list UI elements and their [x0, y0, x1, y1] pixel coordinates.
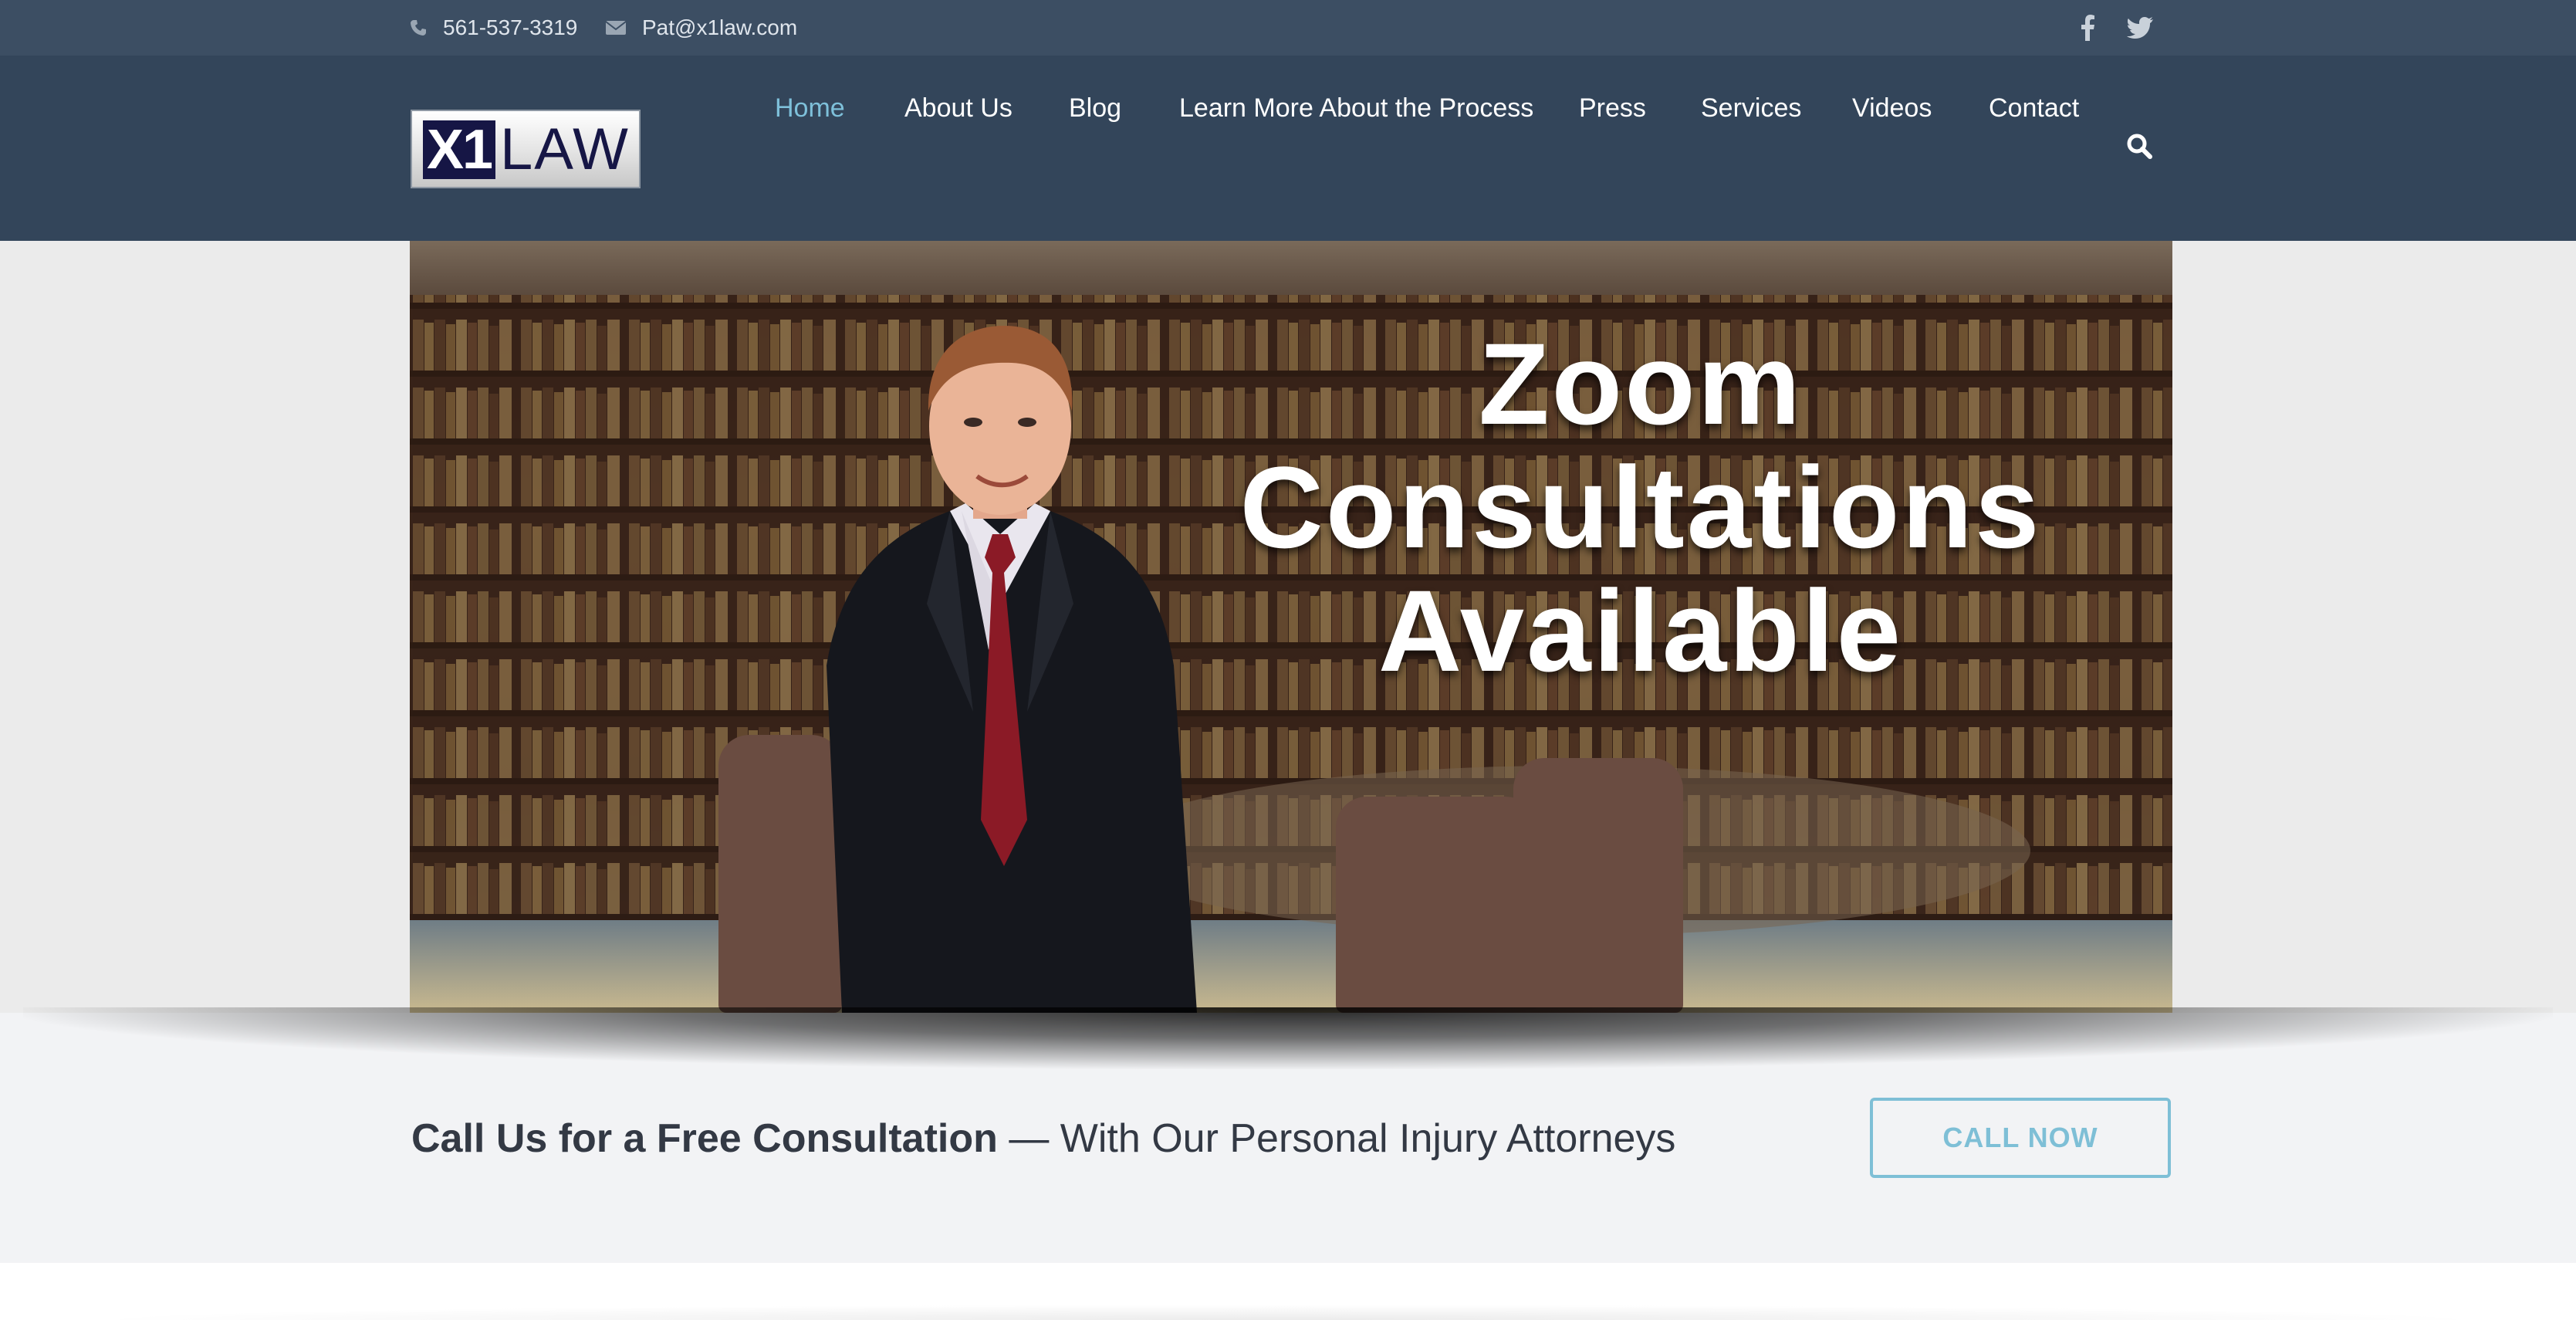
- hero-shadow: [23, 1007, 2553, 1069]
- search-button[interactable]: [2126, 133, 2152, 163]
- main-header: X1 LAW: [0, 56, 2576, 241]
- chair-right: [1513, 758, 1683, 1013]
- nav-home[interactable]: Home: [775, 93, 845, 124]
- call-now-button[interactable]: CALL NOW: [1870, 1098, 2171, 1178]
- headline-line-3: Available: [1378, 566, 1904, 696]
- email-contact[interactable]: Pat@x1law.com: [605, 0, 797, 56]
- envelope-icon: [605, 21, 627, 35]
- hero-banner[interactable]: Zoom Consultations Available: [410, 241, 2172, 1013]
- phone-icon: [411, 20, 426, 36]
- nav-about-us[interactable]: About Us: [904, 93, 1012, 124]
- logo-mark: X1: [423, 120, 495, 179]
- twitter-icon: [2127, 17, 2153, 39]
- facebook-icon: [2081, 15, 2094, 41]
- floor-area: [410, 920, 2172, 1013]
- top-bar: 561-537-3319 Pat@x1law.com: [0, 0, 2576, 56]
- phone-contact[interactable]: 561-537-3319: [409, 0, 577, 56]
- headline-line-1: Zoom: [1478, 319, 1804, 448]
- hero-headline: Zoom Consultations Available: [1205, 322, 2077, 692]
- nav-blog[interactable]: Blog: [1069, 93, 1121, 124]
- cta-heading: Call Us for a Free Consultation — With O…: [411, 1112, 1675, 1166]
- nav-press[interactable]: Press: [1579, 93, 1646, 124]
- nav-learn-more[interactable]: Learn More About the Process: [1179, 93, 1533, 124]
- search-icon: [2127, 134, 2152, 159]
- logo-word: LAW: [500, 117, 630, 182]
- nav-videos[interactable]: Videos: [1852, 93, 1932, 124]
- twitter-link[interactable]: [2121, 0, 2159, 56]
- cta-heading-rest: — With Our Personal Injury Attorneys: [997, 1116, 1676, 1161]
- content-shadow: [77, 1305, 2499, 1320]
- cta-heading-bold: Call Us for a Free Consultation: [411, 1116, 998, 1161]
- site-logo[interactable]: X1 LAW: [411, 110, 641, 188]
- phone-number: 561-537-3319: [443, 15, 578, 39]
- nav-contact[interactable]: Contact: [1989, 93, 2079, 124]
- facebook-link[interactable]: [2068, 0, 2107, 56]
- chair-left: [1336, 797, 1536, 1013]
- attorney-photo: [827, 326, 1197, 1013]
- headline-line-2: Consultations: [1239, 442, 2042, 572]
- nav-services[interactable]: Services: [1701, 93, 1801, 124]
- email-address: Pat@x1law.com: [642, 15, 798, 39]
